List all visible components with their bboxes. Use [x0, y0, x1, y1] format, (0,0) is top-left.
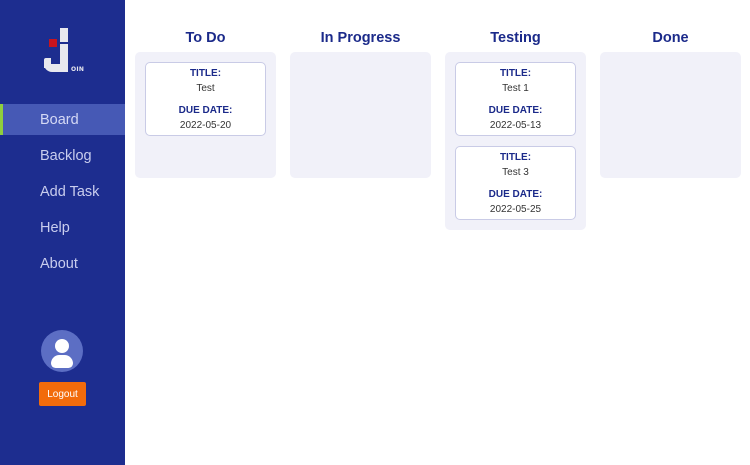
logo-j-top — [60, 28, 68, 42]
card-title: Test 1 — [502, 83, 529, 94]
task-card[interactable]: TITLE: Test 3 DUE DATE: 2022-05-25 — [455, 146, 576, 220]
logo-red-square — [49, 39, 57, 47]
join-logo[interactable]: OIN — [42, 28, 92, 78]
task-card[interactable]: TITLE: Test 1 DUE DATE: 2022-05-13 — [455, 62, 576, 136]
card-due-label: DUE DATE: — [178, 105, 233, 116]
column-dropzone[interactable] — [600, 52, 741, 178]
task-card[interactable]: TITLE: Test DUE DATE: 2022-05-20 — [145, 62, 266, 136]
card-due-date: 2022-05-25 — [489, 204, 542, 215]
card-title-label: TITLE: — [499, 68, 532, 79]
sidebar-item-backlog[interactable]: Backlog — [0, 140, 125, 171]
logo-j-hook — [44, 64, 68, 72]
column-title: In Progress — [320, 30, 401, 46]
card-title: Test 3 — [502, 167, 529, 178]
logout-button[interactable]: Logout — [39, 382, 86, 406]
logo-text: OIN — [71, 66, 85, 73]
card-due-date: 2022-05-13 — [489, 120, 542, 131]
avatar-head — [55, 339, 69, 353]
column-title: Testing — [490, 30, 541, 46]
sidebar-item-help[interactable]: Help — [0, 212, 125, 243]
card-due-date: 2022-05-20 — [179, 120, 232, 131]
avatar-body — [51, 355, 73, 368]
card-title-label: TITLE: — [189, 68, 222, 79]
column-dropzone[interactable]: TITLE: Test DUE DATE: 2022-05-20 — [135, 52, 276, 178]
sidebar-item-board[interactable]: Board — [0, 104, 125, 135]
sidebar-nav: Board Backlog Add Task Help About — [0, 104, 125, 284]
card-title: Test — [196, 83, 215, 94]
card-title-label: TITLE: — [499, 152, 532, 163]
card-due-label: DUE DATE: — [488, 189, 543, 200]
card-due-label: DUE DATE: — [488, 105, 543, 116]
column-dropzone[interactable]: TITLE: Test 1 DUE DATE: 2022-05-13 TITLE… — [445, 52, 586, 230]
user-avatar-icon[interactable] — [41, 330, 83, 372]
sidebar: OIN Board Backlog Add Task Help About Lo… — [0, 0, 125, 465]
column-title: Done — [652, 30, 689, 46]
sidebar-item-about[interactable]: About — [0, 248, 125, 279]
column-title: To Do — [185, 30, 226, 46]
column-dropzone[interactable] — [290, 52, 431, 178]
sidebar-item-add-task[interactable]: Add Task — [0, 176, 125, 207]
